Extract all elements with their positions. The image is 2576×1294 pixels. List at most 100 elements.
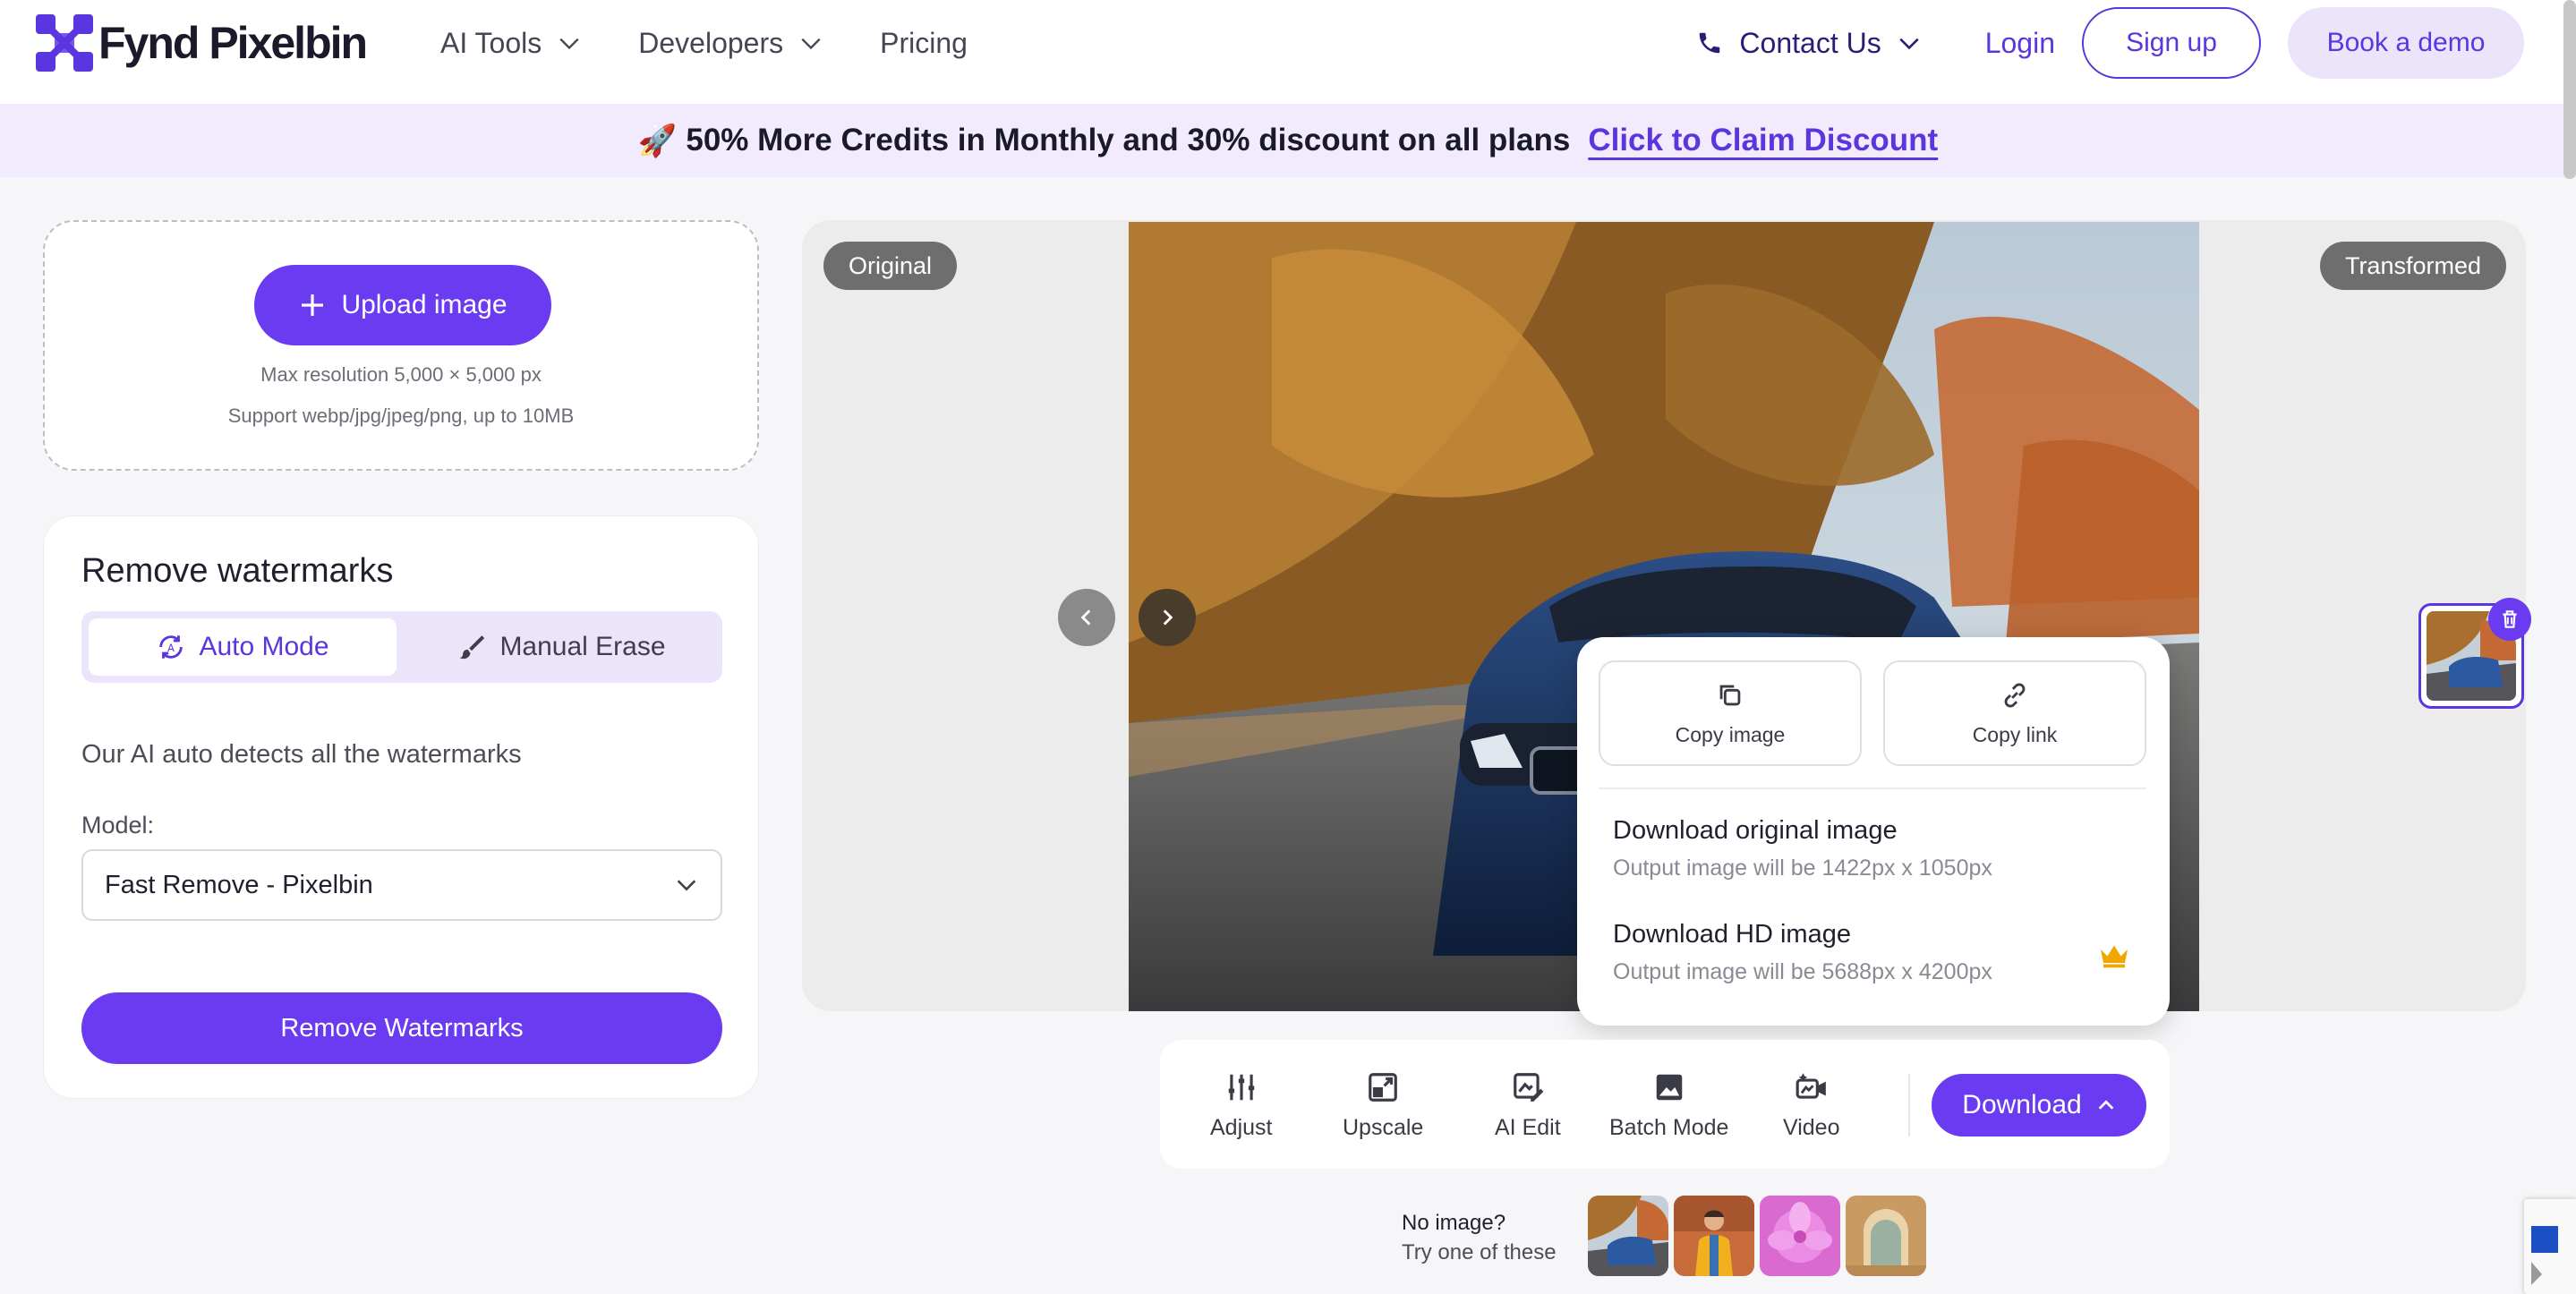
mode-toggle: A Auto Mode Manual Erase xyxy=(81,611,722,683)
mode-description: Our AI auto detects all the watermarks xyxy=(81,740,522,769)
brush-icon xyxy=(459,635,485,660)
download-label: Download xyxy=(1962,1090,2082,1119)
chevron-down-icon xyxy=(801,38,821,50)
sample-image-car[interactable] xyxy=(1588,1196,1668,1276)
nav-developers-label: Developers xyxy=(638,26,784,59)
recaptcha-badge[interactable] xyxy=(2524,1199,2576,1294)
max-resolution-note: Max resolution 5,000 × 5,000 px xyxy=(260,363,542,386)
tool-adjust-label: Adjust xyxy=(1210,1115,1273,1140)
sample-arch-thumbnail xyxy=(1846,1196,1926,1276)
manual-erase-tab[interactable]: Manual Erase xyxy=(407,618,715,676)
ai-edit-icon xyxy=(1513,1073,1544,1102)
contact-us-dropdown[interactable]: Contact Us xyxy=(1696,27,1920,60)
tool-ai-edit-label: AI Edit xyxy=(1495,1115,1561,1140)
next-button[interactable] xyxy=(1139,589,1196,646)
promo-banner: 🚀 50% More Credits in Monthly and 30% di… xyxy=(0,104,2576,177)
chevron-down-icon xyxy=(559,38,579,50)
tool-upscale[interactable]: Upscale xyxy=(1343,1070,1423,1141)
tool-upscale-label: Upscale xyxy=(1343,1115,1424,1140)
brand-name: Fynd Pixelbin xyxy=(98,18,368,68)
book-demo-button[interactable]: Book a demo xyxy=(2288,7,2524,79)
tool-batch-mode-label: Batch Mode xyxy=(1609,1115,1729,1140)
nav-pricing-label: Pricing xyxy=(880,26,968,59)
nav-developers[interactable]: Developers xyxy=(638,27,823,60)
recaptcha-icon xyxy=(2531,1226,2558,1285)
sample-car-thumbnail xyxy=(1588,1196,1668,1276)
sample-person-thumbnail xyxy=(1674,1196,1754,1276)
sample-images-prompt: No image? Try one of these xyxy=(1402,1208,1557,1267)
toolbar-divider xyxy=(1908,1074,1910,1137)
main-nav: AI Tools Developers Pricing xyxy=(440,0,968,86)
nav-ai-tools-label: AI Tools xyxy=(440,26,542,59)
pixelbin-logo-icon xyxy=(36,14,93,72)
supported-formats-note: Support webp/jpg/jpeg/png, up to 10MB xyxy=(227,404,575,427)
watermark-panel: Remove watermarks A Auto Mode Manual Era… xyxy=(43,515,759,1099)
auto-refresh-icon: A xyxy=(159,635,183,659)
no-image-text: No image? xyxy=(1402,1211,1506,1235)
login-link[interactable]: Login xyxy=(1985,27,2055,60)
download-button[interactable]: Download xyxy=(1932,1074,2146,1137)
menu-divider xyxy=(1599,787,2146,789)
top-header: Fynd Pixelbin AI Tools Developers Pricin… xyxy=(0,0,2576,104)
video-icon xyxy=(1796,1073,1826,1099)
auto-mode-tab[interactable]: A Auto Mode xyxy=(89,618,397,676)
copy-link-button[interactable]: Copy link xyxy=(1883,660,2146,766)
download-hd-title: Download HD image xyxy=(1613,920,1851,949)
download-original-subtitle: Output image will be 1422px x 1050px xyxy=(1613,856,1992,881)
header-actions: Contact Us Login Sign up Book a demo xyxy=(1696,0,2576,86)
chevron-left-icon xyxy=(1080,609,1091,626)
link-icon xyxy=(2004,683,2026,707)
original-tag: Original xyxy=(823,242,958,290)
copy-image-button[interactable]: Copy image xyxy=(1599,660,1862,766)
model-label: Model: xyxy=(81,812,155,839)
tool-ai-edit[interactable]: AI Edit xyxy=(1495,1070,1561,1141)
try-one-text: Try one of these xyxy=(1402,1240,1557,1264)
download-menu: Copy image Copy link Download original i… xyxy=(1577,637,2170,1026)
remove-watermarks-button[interactable]: Remove Watermarks xyxy=(81,992,722,1064)
delete-thumbnail-button[interactable] xyxy=(2488,598,2531,641)
nav-ai-tools[interactable]: AI Tools xyxy=(440,27,581,60)
sample-flower-thumbnail xyxy=(1760,1196,1840,1276)
download-original-title: Download original image xyxy=(1613,816,1898,845)
copy-link-label: Copy link xyxy=(1972,722,2058,746)
trash-icon xyxy=(2503,610,2517,628)
chevron-down-icon xyxy=(1899,38,1919,50)
upload-image-button[interactable]: Upload image xyxy=(254,265,551,345)
copy-image-label: Copy image xyxy=(1675,722,1786,746)
tool-batch-mode[interactable]: Batch Mode xyxy=(1609,1070,1728,1141)
download-hd-subtitle: Output image will be 5688px x 4200px xyxy=(1613,959,1992,984)
upscale-icon xyxy=(1369,1073,1397,1102)
model-select-value: Fast Remove - Pixelbin xyxy=(105,870,373,899)
sample-image-arch[interactable] xyxy=(1846,1196,1926,1276)
sample-image-flower[interactable] xyxy=(1760,1196,1840,1276)
transformed-tag: Transformed xyxy=(2319,242,2506,290)
plus-icon xyxy=(302,294,324,316)
chevron-down-icon xyxy=(677,880,696,891)
tool-video[interactable]: Video xyxy=(1783,1070,1840,1141)
model-select[interactable]: Fast Remove - Pixelbin xyxy=(81,849,722,921)
chevron-up-icon xyxy=(2098,1100,2114,1110)
tool-adjust[interactable]: Adjust xyxy=(1210,1070,1272,1141)
signup-button[interactable]: Sign up xyxy=(2082,7,2261,79)
brand-logo[interactable]: Fynd Pixelbin xyxy=(36,14,368,72)
tool-video-label: Video xyxy=(1783,1115,1840,1140)
svg-text:A: A xyxy=(168,642,175,654)
sample-image-person[interactable] xyxy=(1674,1196,1754,1276)
page-scrollbar[interactable] xyxy=(2563,0,2576,179)
rocket-icon: 🚀 xyxy=(637,123,678,158)
copy-icon xyxy=(1719,685,1741,705)
crown-icon xyxy=(2101,945,2128,968)
upload-dropzone[interactable]: Upload image Max resolution 5,000 × 5,00… xyxy=(43,220,759,471)
sliders-icon xyxy=(1228,1074,1254,1101)
promo-text: 50% More Credits in Monthly and 30% disc… xyxy=(686,123,1571,157)
image-icon xyxy=(1656,1074,1682,1101)
claim-discount-link[interactable]: Click to Claim Discount xyxy=(1588,123,1938,158)
panel-title: Remove watermarks xyxy=(81,552,394,590)
phone-icon xyxy=(1700,32,1720,54)
editor-toolbar: Adjust Upscale AI Edit Batch Mode Video … xyxy=(1160,1040,2170,1169)
auto-mode-label: Auto Mode xyxy=(199,632,329,661)
previous-button[interactable] xyxy=(1058,589,1115,646)
chevron-right-icon xyxy=(1163,609,1173,626)
nav-pricing[interactable]: Pricing xyxy=(880,27,968,60)
upload-image-label: Upload image xyxy=(341,290,508,319)
